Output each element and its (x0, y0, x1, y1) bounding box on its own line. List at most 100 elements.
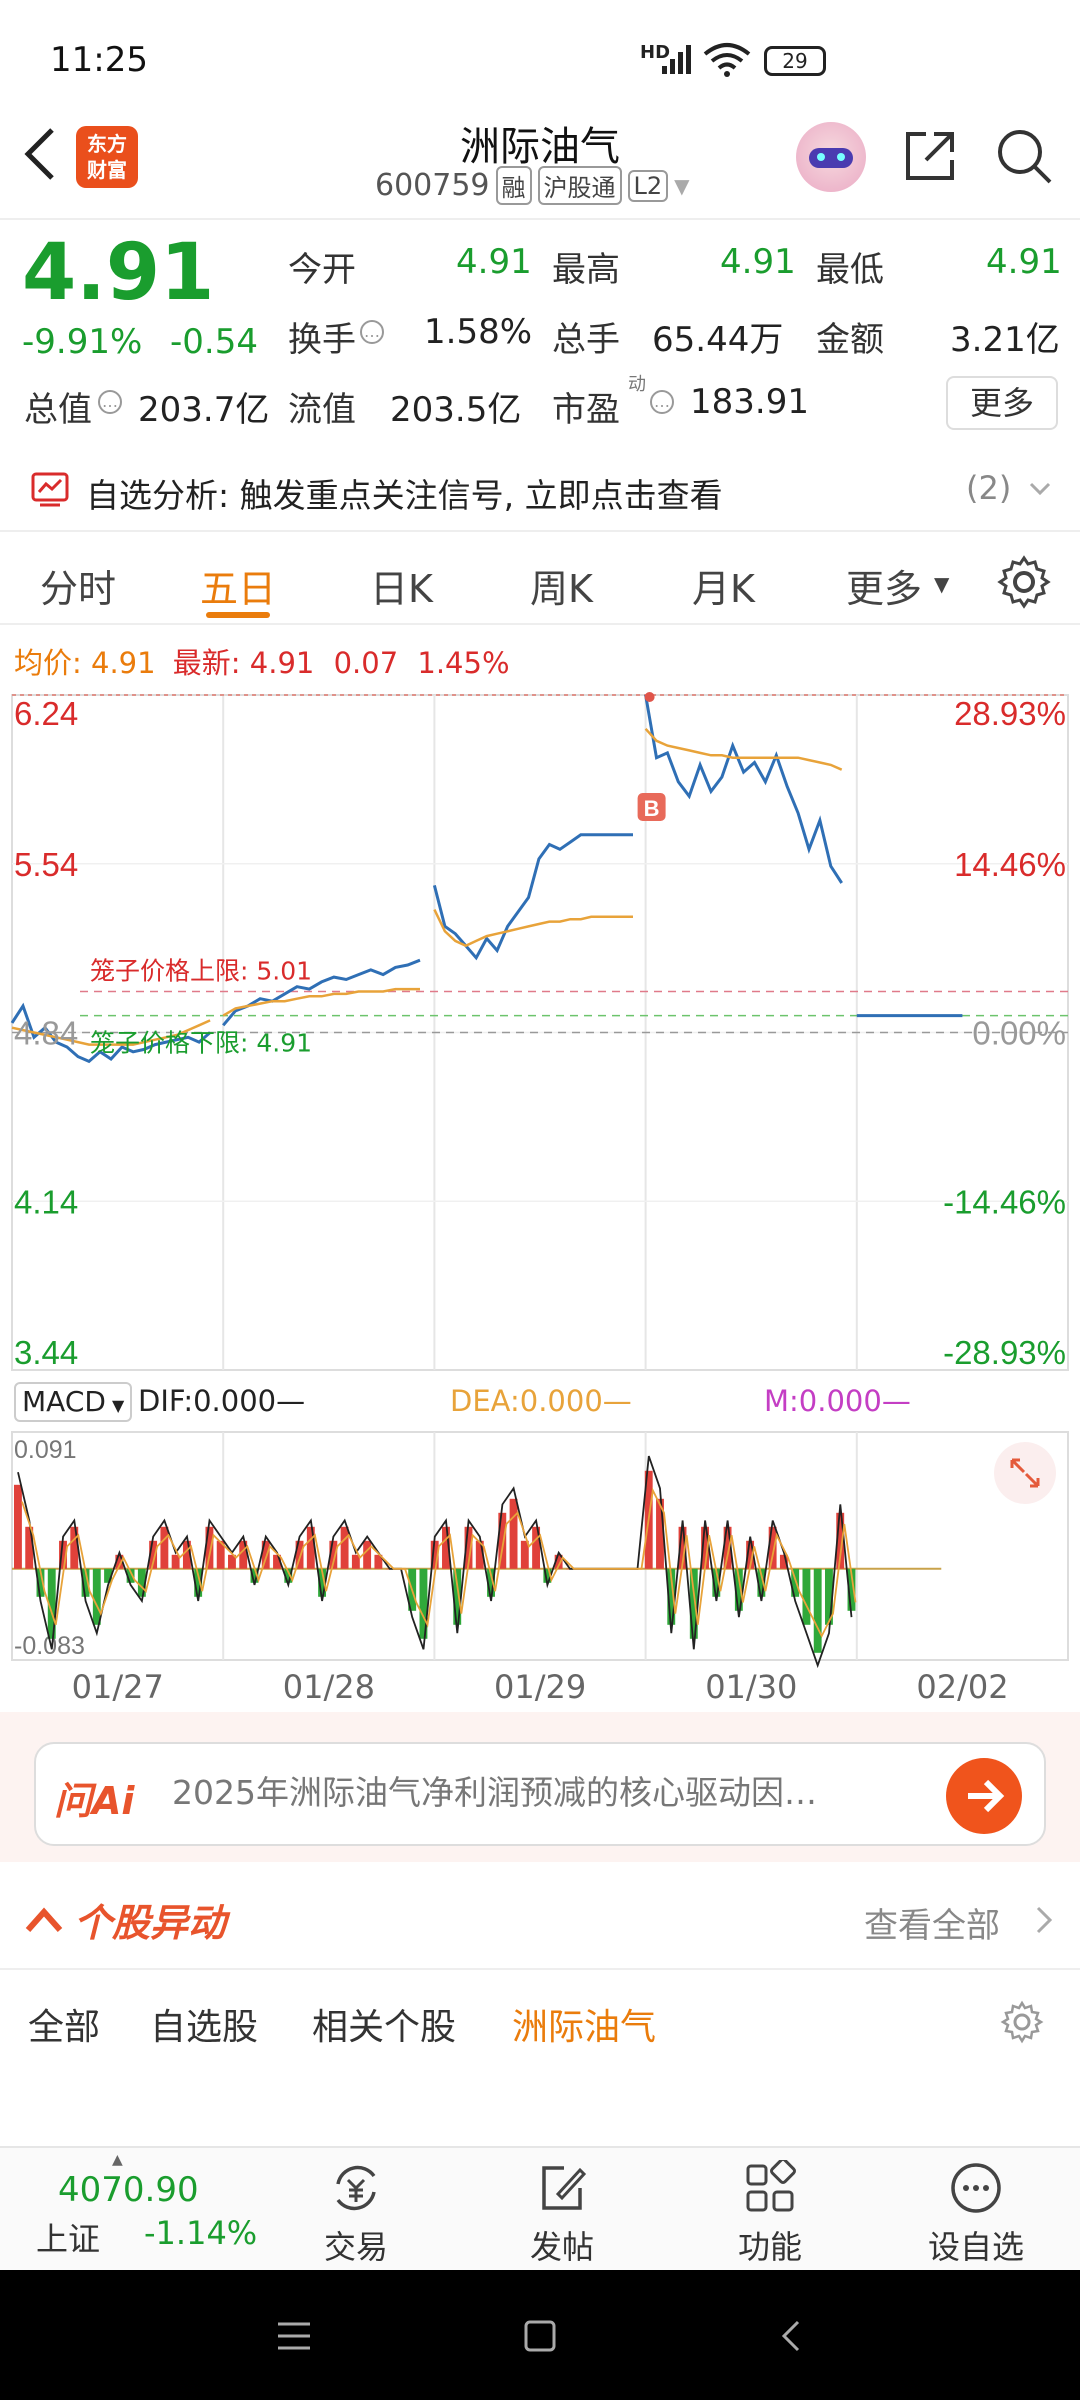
y-tick-left: 5.54 (14, 846, 78, 883)
low-label: 最低 (816, 250, 884, 290)
macd-chart[interactable]: 0.091-0.083 (0, 1428, 1080, 1668)
sub-tabs: 全部 自选股 相关个股 洲际油气 (0, 1970, 1080, 2070)
section-header: 个股异动 查看全部 (0, 1870, 1080, 1970)
expand-icon[interactable] (994, 1442, 1056, 1504)
macd-bar (813, 1568, 822, 1653)
status-bar: 11:25 HD 29 (0, 0, 1080, 120)
change-percent: -9.91% (22, 322, 143, 362)
system-nav-bar (0, 2270, 1080, 2400)
battery-level: 29 (782, 49, 808, 73)
mcap-value: 203.7亿 (138, 390, 270, 430)
chart-info: 均价: 4.91 最新: 4.91 0.07 1.45% (14, 640, 510, 682)
wifi-icon (703, 43, 751, 77)
latest-change-pct: 1.45% (417, 646, 510, 680)
share-icon[interactable] (900, 126, 960, 186)
amount-value: 3.21亿 (950, 320, 1060, 360)
subtab-all[interactable]: 全部 (28, 1998, 100, 2050)
cage-upper-label: 笼子价格上限: 5.01 (90, 957, 312, 986)
tab-more[interactable]: 更多 (846, 558, 922, 613)
macd-max-label: 0.091 (14, 1436, 77, 1464)
analysis-alert[interactable]: 自选分析: 触发重点关注信号, 立即点击查看 (2) (0, 455, 1080, 525)
average-price-line (644, 727, 843, 771)
open-label: 今开 (288, 250, 356, 290)
search-icon[interactable] (994, 126, 1054, 186)
price-line (644, 694, 843, 884)
subtab-stock[interactable]: 洲际油气 (512, 1998, 656, 2050)
home-icon[interactable] (522, 2316, 558, 2356)
latest-value: 4.91 (249, 646, 315, 680)
open-value: 4.91 (456, 242, 532, 282)
nav-trade-label: 交易 (323, 2228, 388, 2266)
x-axis-label: 01/30 (705, 1668, 798, 1706)
nav-trade[interactable]: 交易 (286, 2156, 426, 2266)
tab-five-day[interactable]: 五日 (200, 558, 276, 613)
nav-add-watchlist[interactable]: 设自选 (906, 2156, 1046, 2266)
stock-subtitle[interactable]: 600759 融 沪股通 L2 ▼ (375, 166, 690, 205)
mcap-label: 总值 (24, 390, 92, 430)
ai-go-button[interactable] (946, 1758, 1022, 1834)
more-button[interactable]: 更多 (946, 376, 1058, 430)
cage-lower-label: 笼子价格下限: 4.91 (90, 1029, 312, 1058)
info-icon[interactable]: … (360, 320, 384, 344)
macd-selector[interactable]: MACD ▼ (14, 1382, 132, 1422)
y-tick-right: -28.93% (943, 1334, 1066, 1371)
y-tick-right: -14.46% (943, 1183, 1066, 1220)
section-title: 个股异动 (74, 1901, 227, 1945)
macd-bar (160, 1526, 169, 1569)
nav-functions-label: 功能 (737, 2228, 802, 2266)
index-name: 上证 (36, 2220, 101, 2258)
status-time: 11:25 (50, 40, 148, 80)
nav-post[interactable]: 发帖 (492, 2156, 632, 2266)
chevron-down-icon (1029, 482, 1051, 496)
tab-weekly-k[interactable]: 周K (530, 558, 593, 613)
index-value[interactable]: 4070.90 (58, 2170, 199, 2210)
chevron-right-icon (1036, 1906, 1053, 1934)
five-day-price-chart[interactable]: B 6.24 5.54 4.84 4.14 3.44 28.93% 14.46% 0.00% -1… (0, 680, 1080, 1380)
macd-bar (509, 1498, 518, 1569)
nav-add-watchlist-label: 设自选 (927, 2228, 1024, 2266)
ai-logo: 问Ai (54, 1779, 135, 1823)
x-axis-label: 01/28 (282, 1668, 376, 1706)
y-tick-right: 28.93% (954, 695, 1066, 732)
y-tick-left: 4.84 (14, 1015, 78, 1052)
tab-intraday[interactable]: 分时 (40, 558, 116, 613)
y-tick-left: 6.24 (14, 695, 78, 732)
bottom-nav: ▲ 4070.90 上证 -1.14% 交易 发帖 功能 设自选 (0, 2146, 1080, 2270)
stock-code: 600759 (375, 168, 490, 203)
macd-bar (306, 1526, 315, 1569)
quote-panel: 4.91 -9.91% -0.54 今开 4.91 最高 4.91 最低 4.9… (0, 222, 1080, 432)
subtab-watchlist[interactable]: 自选股 (150, 1998, 258, 2050)
level2-tag: L2 (627, 169, 669, 202)
x-axis-label: 02/02 (916, 1668, 1009, 1706)
ask-ai-card[interactable]: 问Ai 2025年洲际油气净利润预减的核心驱动因… (34, 1742, 1046, 1846)
settings-gear-icon[interactable] (1000, 2000, 1044, 2044)
turnover-value: 1.58% (424, 312, 533, 352)
chevron-up-icon[interactable] (24, 1904, 64, 1934)
yuan-exchange-icon (336, 2165, 376, 2211)
high-value: 4.91 (720, 242, 796, 282)
info-icon[interactable]: … (650, 390, 674, 414)
back-nav-icon[interactable] (776, 2316, 806, 2356)
tab-monthly-k[interactable]: 月K (692, 558, 755, 613)
float-value: 203.5亿 (390, 390, 522, 430)
macd-selector-label: MACD (22, 1385, 106, 1418)
chart-alert-icon (31, 472, 69, 507)
turnover-label: 换手 (288, 320, 356, 360)
nav-functions[interactable]: 功能 (700, 2156, 840, 2266)
robot-avatar-icon[interactable] (796, 122, 866, 192)
last-price: 4.91 (22, 228, 215, 318)
price-line (432, 833, 633, 961)
edit-icon (542, 2166, 587, 2210)
view-all-link[interactable]: 查看全部 (864, 1898, 1000, 1947)
macd-bar (802, 1568, 811, 1625)
subtab-related[interactable]: 相关个股 (312, 1998, 456, 2050)
menu-icon[interactable] (274, 2318, 314, 2354)
pe-label: 市盈 (552, 390, 620, 430)
volume-label: 总手 (552, 320, 620, 360)
macd-dropdown-icon: ▼ (111, 1396, 125, 1415)
info-icon[interactable]: … (98, 390, 122, 414)
tab-daily-k[interactable]: 日K (370, 558, 433, 613)
connect-tag: 沪股通 (537, 166, 622, 205)
tab-active-indicator (206, 612, 270, 618)
settings-gear-icon[interactable] (996, 554, 1052, 610)
